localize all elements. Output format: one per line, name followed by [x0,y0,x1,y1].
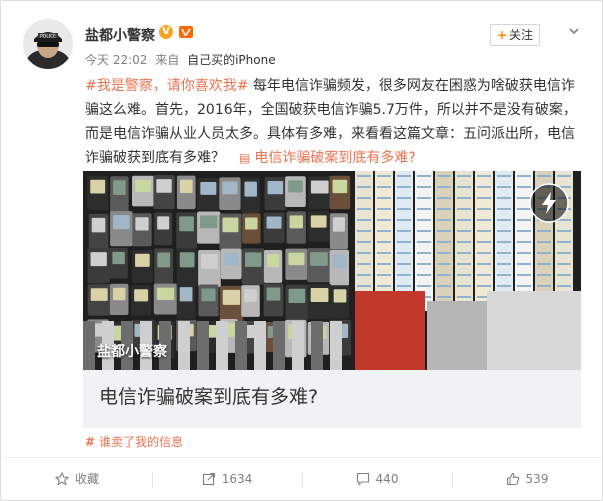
repost-button[interactable]: 1634 [152,458,302,500]
post-source[interactable]: 自己买的iPhone [187,53,276,67]
post-time[interactable]: 今天 22:02 [85,53,147,67]
verified-badge-icon: V [159,25,173,39]
article-link[interactable]: 电信诈骗破案到底有多难? [254,150,415,166]
author-name[interactable]: 盐都小警察 [85,25,155,45]
comment-icon [356,472,369,486]
post-from-label: 来自 [155,53,180,67]
comment-button[interactable]: 440 [302,458,452,500]
post-text: #我是警察，请你喜欢我# 每年电信诈骗频发，很多网友在困惑为啥破获电信诈骗这么难… [85,74,585,170]
tag-link[interactable]: # 谁卖了我的信息 [85,433,183,450]
favorite-label: 收藏 [74,472,99,486]
article-title: 电信诈骗破案到底有多难? [99,386,319,408]
article-link-icon: ▤ [239,151,251,165]
favorite-button[interactable]: 收藏 [2,458,152,500]
cover-image-label: 盐都小警察 [97,344,167,360]
svg-text:POLICE: POLICE [40,34,56,40]
post-meta: 今天 22:02 来自 自己买的iPhone [85,51,280,68]
topic-link[interactable]: #我是警察，请你喜欢我# [85,78,248,94]
star-icon [54,471,70,486]
repost-count: 1634 [221,472,253,486]
share-icon [202,472,215,485]
chevron-down-icon[interactable] [567,23,581,37]
flash-icon[interactable] [529,183,569,223]
follow-button[interactable]: + 关注 [490,24,540,46]
like-count: 539 [525,472,549,486]
tag-label: 谁卖了我的信息 [99,435,184,449]
weibo-post-card: POLICE 盐都小警察 V 今天 22:02 来自 自己买的iPhone + 关… [0,0,603,501]
hash-icon: # [85,435,96,449]
avatar[interactable]: POLICE [23,19,73,69]
action-bar: 收藏 1634 440 539 [2,457,602,500]
article-card[interactable]: 盐都小警察 电信诈骗破案到底有多难? [83,171,581,428]
thumbs-up-icon [506,472,519,485]
follow-label: 关注 [509,28,534,42]
level-badge-icon [178,24,194,40]
comment-count: 440 [375,472,399,486]
plus-icon: + [496,28,508,42]
like-button[interactable]: 539 [452,458,602,500]
